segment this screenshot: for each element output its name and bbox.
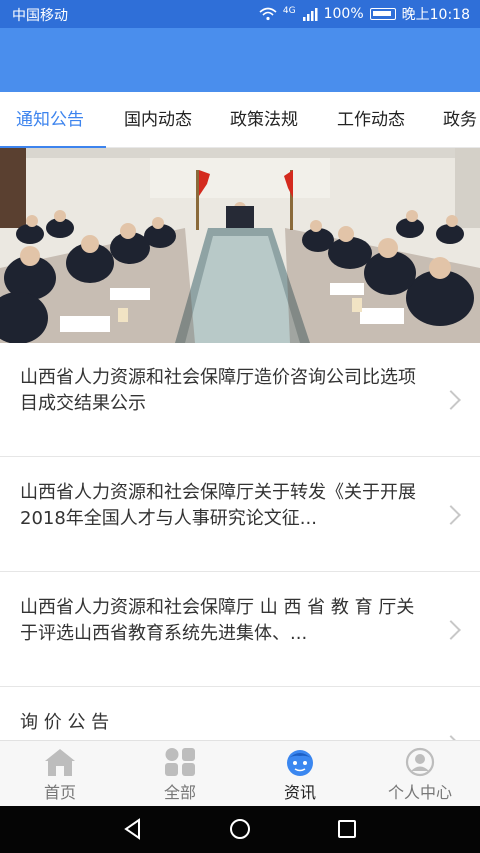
- tab-policy[interactable]: 政策法规: [230, 92, 298, 147]
- list-item[interactable]: 山西省人力资源和社会保障厅造价咨询公司比选项目成交结果公示: [0, 343, 480, 457]
- signal-icon: [302, 8, 318, 21]
- back-icon[interactable]: [122, 818, 144, 840]
- status-right: 4G 100% 晚上10:18: [259, 4, 470, 24]
- tab-notice[interactable]: 通知公告: [16, 92, 84, 147]
- status-bar: 中国移动 4G 100% 晚上10:18: [0, 0, 480, 28]
- network-type: 4G: [282, 6, 296, 16]
- chevron-right-icon: [441, 620, 461, 640]
- banner-carousel[interactable]: [0, 148, 480, 343]
- battery-percent: 100%: [323, 6, 364, 22]
- nav-label: 个人中心: [387, 783, 452, 802]
- carrier-label: 中国移动: [12, 8, 68, 24]
- home-icon: [45, 749, 75, 776]
- meeting-photo: [0, 148, 480, 343]
- app-header: [0, 28, 480, 92]
- nav-label: 全部: [163, 783, 196, 802]
- home-circle-icon[interactable]: [229, 818, 251, 840]
- news-title: 询 价 公 告: [20, 712, 110, 733]
- list-item[interactable]: 山西省人力资源和社会保障厅 山 西 省 教 育 厅关于评选山西省教育系统先进集体…: [0, 573, 480, 687]
- recent-apps-icon[interactable]: [336, 818, 358, 840]
- clock: 晚上10:18: [401, 7, 470, 23]
- category-tabs: 通知公告 国内动态 政策法规 工作动态 政务: [0, 92, 480, 148]
- tab-government[interactable]: 政务: [443, 92, 477, 147]
- chevron-right-icon: [441, 505, 461, 525]
- system-nav-bar: [0, 806, 480, 853]
- news-title: 山西省人力资源和社会保障厅造价咨询公司比选项目成交结果公示: [20, 367, 416, 414]
- news-title: 山西省人力资源和社会保障厅关于转发《关于开展2018年全国人才与人事研究论文征.…: [20, 482, 416, 529]
- tab-work-news[interactable]: 工作动态: [337, 92, 405, 147]
- news-title: 山西省人力资源和社会保障厅 山 西 省 教 育 厅关于评选山西省教育系统先进集体…: [20, 597, 415, 644]
- wifi-icon: [259, 7, 277, 21]
- news-list: 山西省人力资源和社会保障厅造价咨询公司比选项目成交结果公示 山西省人力资源和社会…: [0, 343, 480, 740]
- grid-icon: [165, 748, 195, 776]
- person-icon: [405, 747, 435, 777]
- list-item[interactable]: 询 价 公 告: [0, 688, 480, 740]
- nav-profile[interactable]: 个人中心: [360, 741, 480, 807]
- news-face-icon: [287, 750, 313, 776]
- nav-label: 首页: [43, 783, 76, 802]
- battery-icon: [369, 8, 396, 20]
- bottom-nav: 首页 全部 资讯 个人中心: [0, 740, 480, 806]
- nav-news[interactable]: 资讯: [240, 741, 360, 807]
- list-item[interactable]: 山西省人力资源和社会保障厅关于转发《关于开展2018年全国人才与人事研究论文征.…: [0, 458, 480, 572]
- nav-label: 资讯: [283, 783, 316, 802]
- tab-domestic-news[interactable]: 国内动态: [124, 92, 192, 147]
- nav-all[interactable]: 全部: [120, 741, 240, 807]
- nav-home[interactable]: 首页: [0, 741, 120, 807]
- chevron-right-icon: [441, 390, 461, 410]
